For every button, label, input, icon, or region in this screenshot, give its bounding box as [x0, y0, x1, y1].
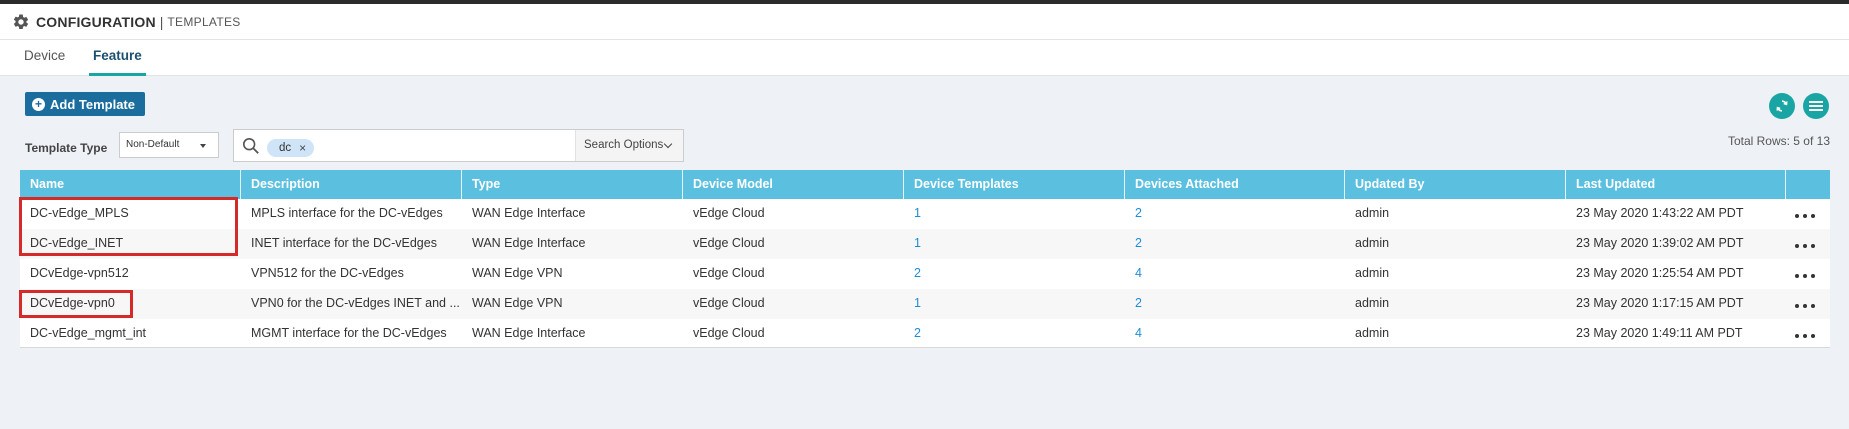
tab-bar: Device Feature [0, 40, 1849, 76]
cell-device-templates-link[interactable]: 1 [904, 229, 1125, 259]
search-chip-label: dc [279, 142, 292, 154]
add-template-button[interactable]: + Add Template [25, 92, 145, 116]
column-header-actions [1786, 170, 1830, 199]
tab-feature[interactable]: Feature [89, 48, 146, 76]
cell-device-templates-link[interactable]: 1 [904, 199, 1125, 229]
table-header: Name Description Type Device Model Devic… [20, 170, 1830, 199]
cell-last-updated: 23 May 2020 1:49:11 AM PDT [1576, 326, 1743, 340]
cell-name: DC-vEdge_INET [30, 236, 124, 250]
more-actions-icon[interactable] [1795, 299, 1815, 313]
cell-type: WAN Edge Interface [472, 206, 586, 220]
page-subtitle: TEMPLATES [167, 14, 241, 29]
cell-device-templates-link[interactable]: 1 [904, 289, 1125, 319]
cell-type: WAN Edge VPN [472, 266, 563, 280]
page-header: CONFIGURATION | TEMPLATES [0, 4, 1849, 40]
cell-device-model: vEdge Cloud [693, 266, 765, 280]
column-header-type[interactable]: Type [462, 170, 683, 199]
refresh-icon [1776, 100, 1788, 112]
caret-down-icon [200, 144, 206, 148]
cell-name: DCvEdge-vpn512 [30, 266, 129, 280]
menu-icon [1809, 101, 1823, 111]
cell-devices-attached-link[interactable]: 4 [1125, 319, 1345, 349]
cell-description: MGMT interface for the DC-vEdges [251, 326, 447, 340]
cell-device-templates-link[interactable]: 2 [904, 319, 1125, 349]
table-row[interactable]: DCvEdge-vpn512 VPN512 for the DC-vEdges … [20, 259, 1830, 289]
search-options-label: Search Options [584, 139, 664, 151]
cell-description: MPLS interface for the DC-vEdges [251, 206, 443, 220]
more-actions-icon[interactable] [1795, 269, 1815, 283]
chevron-down-icon [663, 139, 673, 149]
cell-last-updated: 23 May 2020 1:25:54 AM PDT [1576, 266, 1744, 280]
table-menu-button[interactable] [1803, 93, 1829, 119]
cell-updated-by: admin [1355, 206, 1390, 220]
search-options-dropdown[interactable]: Search Options [575, 130, 683, 161]
more-actions-icon[interactable] [1795, 239, 1815, 253]
cell-device-templates-link[interactable]: 2 [904, 259, 1125, 289]
refresh-button[interactable] [1769, 93, 1795, 119]
column-header-updated-by[interactable]: Updated By [1345, 170, 1566, 199]
cell-devices-attached-link[interactable]: 2 [1125, 229, 1345, 259]
title-separator: | [159, 13, 164, 30]
tab-device[interactable]: Device [24, 48, 65, 76]
cell-devices-attached-link[interactable]: 2 [1125, 289, 1345, 319]
table-row[interactable]: DCvEdge-vpn0 VPN0 for the DC-vEdges INET… [20, 289, 1830, 319]
table-row[interactable]: DC-vEdge_INET INET interface for the DC-… [20, 229, 1830, 259]
page-title: CONFIGURATION [36, 13, 156, 30]
total-rows-count: Total Rows: 5 of 13 [1727, 134, 1830, 148]
cell-device-model: vEdge Cloud [693, 296, 765, 310]
cell-updated-by: admin [1355, 296, 1390, 310]
cell-description: INET interface for the DC-vEdges [251, 236, 437, 250]
search-filter-chip: dc × [267, 139, 315, 157]
cell-device-model: vEdge Cloud [693, 326, 765, 340]
cell-name: DCvEdge-vpn0 [30, 296, 115, 310]
cell-updated-by: admin [1355, 236, 1390, 250]
column-header-description[interactable]: Description [241, 170, 462, 199]
cell-devices-attached-link[interactable]: 4 [1125, 259, 1345, 289]
cell-type: WAN Edge Interface [472, 236, 586, 250]
close-icon[interactable]: × [299, 139, 306, 157]
cell-type: WAN Edge VPN [472, 296, 563, 310]
more-actions-icon[interactable] [1795, 209, 1815, 223]
cell-name: DC-vEdge_MPLS [30, 206, 129, 220]
column-header-last-updated[interactable]: Last Updated [1566, 170, 1786, 199]
templates-table: Name Description Type Device Model Devic… [20, 170, 1830, 348]
table-row[interactable]: DC-vEdge_mgmt_int MGMT interface for the… [20, 319, 1830, 349]
column-header-name[interactable]: Name [20, 170, 241, 199]
column-header-device-templates[interactable]: Device Templates [904, 170, 1125, 199]
search-icon [242, 137, 259, 154]
more-actions-icon[interactable] [1795, 329, 1815, 343]
column-header-devices-attached[interactable]: Devices Attached [1125, 170, 1345, 199]
plus-icon: + [32, 97, 45, 111]
template-type-select[interactable]: Non-Default [119, 132, 219, 158]
cell-device-model: vEdge Cloud [693, 236, 765, 250]
add-template-label: Add Template [50, 96, 135, 112]
cell-last-updated: 23 May 2020 1:17:15 AM PDT [1576, 296, 1744, 310]
gear-icon [13, 13, 29, 29]
cell-updated-by: admin [1355, 266, 1390, 280]
cell-last-updated: 23 May 2020 1:39:02 AM PDT [1576, 236, 1744, 250]
search-bar[interactable]: dc × Search Options [233, 129, 684, 162]
cell-description: VPN0 for the DC-vEdges INET and ... [251, 296, 460, 310]
cell-devices-attached-link[interactable]: 2 [1125, 199, 1345, 229]
cell-name: DC-vEdge_mgmt_int [30, 326, 147, 340]
cell-updated-by: admin [1355, 326, 1390, 340]
cell-last-updated: 23 May 2020 1:43:22 AM PDT [1576, 206, 1744, 220]
template-type-value: Non-Default [126, 139, 180, 150]
table-row[interactable]: DC-vEdge_MPLS MPLS interface for the DC-… [20, 199, 1830, 229]
cell-type: WAN Edge Interface [472, 326, 586, 340]
template-type-label: Template Type [25, 141, 108, 155]
column-header-device-model[interactable]: Device Model [683, 170, 904, 199]
cell-device-model: vEdge Cloud [693, 206, 765, 220]
cell-description: VPN512 for the DC-vEdges [251, 266, 404, 280]
